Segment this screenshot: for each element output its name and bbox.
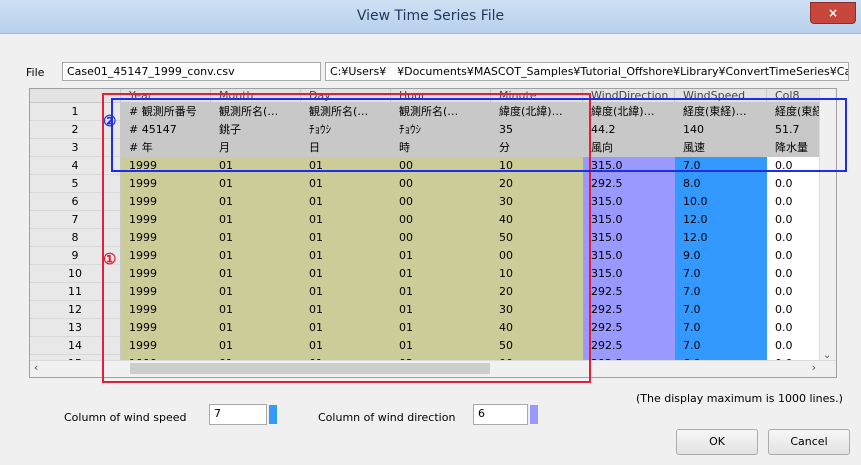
table-cell: 315.0 [583,265,675,283]
wind-speed-input[interactable]: 7 [209,404,267,425]
table-cell: 12.0 [675,229,767,247]
annotation-box-blue [111,98,847,172]
file-path-field[interactable]: C:¥Users¥ ¥Documents¥MASCOT_Samples¥Tuto… [325,62,849,81]
display-max-note: (The display maximum is 1000 lines.) [636,392,843,405]
scroll-right-icon[interactable]: › [812,361,816,374]
wind-direction-label: Column of wind direction [318,411,456,424]
table-cell: 292.5 [583,301,675,319]
table-cell: 7.0 [675,337,767,355]
table-cell: 10.0 [675,193,767,211]
table-cell: 292.5 [583,337,675,355]
title-bar: View Time Series File × [0,0,861,34]
annotation-marker-1: ① [103,250,117,268]
close-button[interactable]: × [810,2,856,24]
cancel-button[interactable]: Cancel [768,429,850,455]
wind-direction-input[interactable]: 6 [473,404,528,425]
table-cell: 7.0 [675,283,767,301]
annotation-marker-2: ② [103,112,117,130]
scroll-left-icon[interactable]: ‹ [34,361,38,374]
table-cell: 12.0 [675,211,767,229]
wind-speed-label: Column of wind speed [64,411,187,424]
table-cell: 315.0 [583,247,675,265]
table-cell: 315.0 [583,229,675,247]
table-cell: 9.0 [675,247,767,265]
table-cell: 292.5 [583,175,675,193]
table-cell: 8.0 [675,175,767,193]
table-cell: 7.0 [675,301,767,319]
table-cell: 315.0 [583,211,675,229]
window-title: View Time Series File [356,8,505,24]
table-cell: 292.5 [583,319,675,337]
ok-button[interactable]: OK [676,429,758,455]
file-label: File [26,66,45,79]
table-cell: 7.0 [675,319,767,337]
file-name-field[interactable]: Case01_45147_1999_conv.csv [62,62,321,81]
wind-direction-color-swatch [530,405,538,424]
table-cell: 7.0 [675,265,767,283]
wind-speed-color-swatch [269,405,277,424]
table-cell: 292.5 [583,283,675,301]
table-cell: 315.0 [583,193,675,211]
